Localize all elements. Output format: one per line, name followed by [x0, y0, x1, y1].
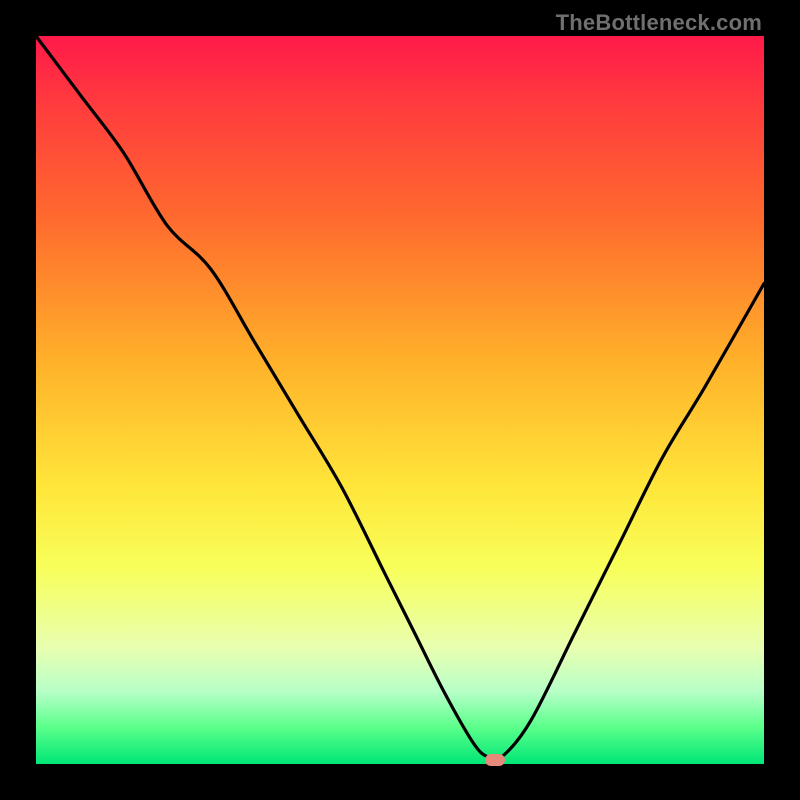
- optimal-marker: [485, 754, 505, 766]
- chart-stage: TheBottleneck.com: [0, 0, 800, 800]
- bottleneck-curve-path: [36, 36, 764, 760]
- plot-area: [36, 36, 764, 764]
- curve-svg: [36, 36, 764, 764]
- attribution-text: TheBottleneck.com: [556, 10, 762, 36]
